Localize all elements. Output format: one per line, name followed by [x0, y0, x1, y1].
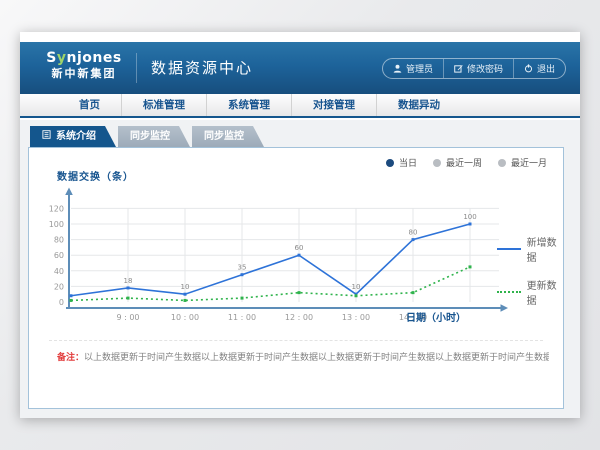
change-password-label: 修改密码: [467, 62, 503, 75]
line-chart: 0 20 40 60 80 100 120 9 : 00 10 : 00 11 : 00 12 : …: [49, 184, 549, 326]
desktop: { "colors": { "brand_blue": "#1d639a", "…: [0, 0, 600, 450]
svg-text:35: 35: [238, 264, 247, 272]
tab-bar: 系统介绍 同步监控 同步监控: [30, 126, 266, 147]
nav-item-standard-management[interactable]: 标准管理: [121, 94, 206, 116]
content-panel: 当日 最近一周 最近一月 数据交换（条） 0 20 40 60 80 100 120 9 : …: [28, 147, 564, 409]
footnote: 备注：以上数据更新于时间产生数据以上数据更新于时间产生数据以上数据更新于时间产生…: [57, 351, 549, 365]
logout-button[interactable]: 退出: [513, 59, 565, 78]
radio-label: 最近一周: [446, 156, 482, 169]
footnote-label: 备注：: [57, 353, 84, 363]
user-label: 管理员: [406, 62, 433, 75]
radio-dot-today: [386, 159, 394, 167]
legend-label: 新增数据: [527, 234, 563, 264]
nav-item-interface-management[interactable]: 对接管理: [291, 94, 376, 116]
legend-label: 更新数据: [527, 277, 563, 307]
radio-dot-last-week: [433, 159, 441, 167]
svg-text:10 : 00: 10 : 00: [171, 313, 199, 322]
change-password-button[interactable]: 修改密码: [443, 59, 513, 78]
tab-label: 系统介绍: [56, 126, 96, 147]
svg-text:120: 120: [49, 204, 64, 213]
radio-dot-last-month: [498, 159, 506, 167]
svg-text:10: 10: [181, 283, 190, 291]
svg-text:80: 80: [54, 236, 64, 245]
app-header: Synjones 新中新集团 数据资源中心 管理员 修改密码 退出: [20, 42, 580, 94]
footnote-text: 以上数据更新于时间产生数据以上数据更新于时间产生数据以上数据更新于时间产生数据以…: [84, 353, 549, 363]
svg-text:60: 60: [54, 251, 64, 260]
svg-text:20: 20: [54, 282, 64, 291]
brand-company-name: 新中新集团: [42, 67, 126, 81]
legend-line-sample-update-data: [497, 291, 521, 293]
tab-sync-monitor-1[interactable]: 同步监控: [118, 126, 190, 147]
main-nav: 首页 标准管理 系统管理 对接管理 数据异动: [20, 94, 580, 118]
nav-item-data-change[interactable]: 数据异动: [376, 94, 461, 116]
svg-text:0: 0: [59, 298, 64, 307]
svg-text:12 : 00: 12 : 00: [285, 313, 313, 322]
svg-text:13 : 00: 13 : 00: [342, 313, 370, 322]
radio-last-week[interactable]: 最近一周: [433, 156, 482, 169]
logout-label: 退出: [537, 62, 555, 75]
radio-label: 当日: [399, 156, 417, 169]
user-menu: 管理员 修改密码 退出: [382, 58, 566, 79]
nav-item-system-management[interactable]: 系统管理: [206, 94, 291, 116]
brand-leaf-accent: y: [57, 50, 67, 66]
document-icon: [42, 126, 51, 147]
radio-last-month[interactable]: 最近一月: [498, 156, 547, 169]
edit-icon: [454, 64, 463, 73]
legend-line-sample-new-data: [497, 248, 521, 250]
radio-today[interactable]: 当日: [386, 156, 417, 169]
svg-text:100: 100: [463, 213, 476, 221]
legend-item-update-data[interactable]: 更新数据: [497, 277, 563, 307]
y-axis-title: 数据交换（条）: [57, 168, 134, 183]
svg-text:10: 10: [352, 283, 361, 291]
svg-text:9 : 00: 9 : 00: [116, 313, 139, 322]
svg-text:100: 100: [49, 220, 64, 229]
nav-item-home[interactable]: 首页: [58, 94, 121, 116]
note-divider: [49, 340, 543, 341]
logout-icon: [524, 64, 533, 73]
legend-item-new-data[interactable]: 新增数据: [497, 234, 563, 264]
svg-text:80: 80: [409, 229, 418, 237]
user-button[interactable]: 管理员: [383, 59, 443, 78]
svg-text:11 : 00: 11 : 00: [228, 313, 256, 322]
page-title: 数据资源中心: [136, 53, 253, 83]
brand-logo: Synjones 新中新集团: [42, 50, 126, 81]
brand-logo-text: Synjones: [42, 50, 126, 67]
radio-label: 最近一月: [511, 156, 547, 169]
user-icon: [393, 64, 402, 73]
chart-legend: 新增数据 更新数据: [497, 234, 563, 320]
tab-system-intro[interactable]: 系统介绍: [30, 126, 116, 147]
svg-text:日期（小时）: 日期（小时）: [406, 311, 466, 324]
tab-label: 同步监控: [204, 126, 244, 147]
svg-text:40: 40: [54, 267, 64, 276]
tab-label: 同步监控: [130, 126, 170, 147]
svg-text:60: 60: [295, 244, 304, 252]
app-window: Synjones 新中新集团 数据资源中心 管理员 修改密码 退出: [20, 32, 580, 418]
time-range-radio-group: 当日 最近一周 最近一月: [386, 156, 547, 169]
tab-sync-monitor-2[interactable]: 同步监控: [192, 126, 264, 147]
svg-text:18: 18: [124, 277, 133, 285]
